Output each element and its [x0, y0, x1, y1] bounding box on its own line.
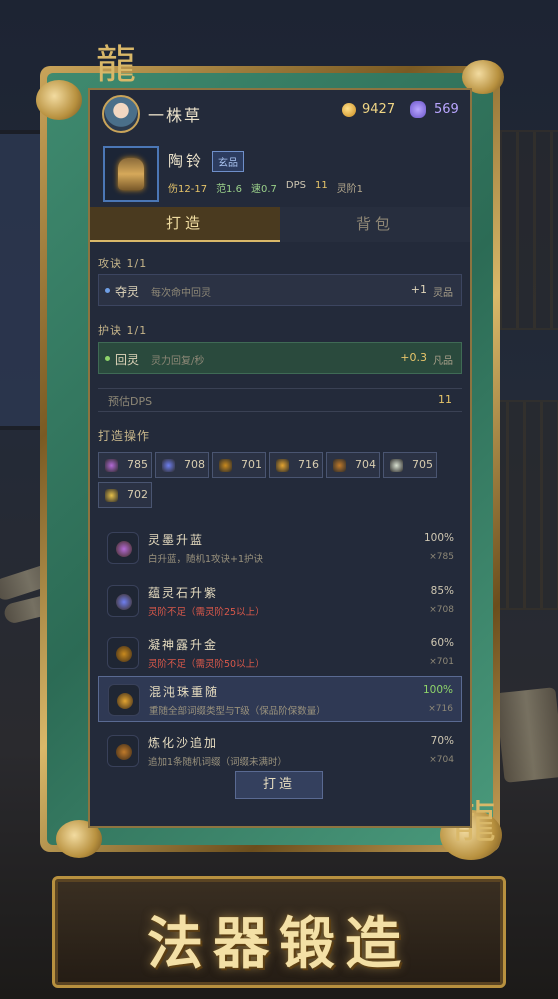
operation-desc: 灵阶不足（需灵阶50以上） — [148, 659, 265, 670]
operation-row[interactable]: 蕴灵石升紫灵阶不足（需灵阶25以上） 85% ×708 — [98, 578, 462, 624]
material-chip[interactable]: 705 — [383, 452, 437, 478]
spirit-stone-icon — [162, 459, 175, 472]
forge-ops-header: 打造操作 — [98, 429, 151, 443]
operation-title: 混沌珠重随 — [149, 685, 220, 699]
operation-icon-frame — [107, 637, 139, 669]
refining-sand-icon — [116, 744, 132, 760]
spirit-count: 569 — [434, 102, 459, 117]
tab-bag[interactable]: 背包 — [280, 207, 470, 242]
material-chip[interactable]: 785 — [98, 452, 152, 478]
operation-cost: ×708 — [429, 605, 454, 615]
chaos-orb-icon — [117, 693, 133, 709]
operation-icon-frame — [107, 532, 139, 564]
chaos-orb-icon — [276, 459, 289, 472]
attack-affix-value: +1 — [410, 283, 427, 296]
background-shelf — [490, 400, 558, 610]
operation-cost: ×704 — [429, 755, 454, 765]
defense-affix-value: +0.3 — [400, 351, 427, 364]
operation-title: 灵墨升蓝 — [148, 533, 205, 547]
spirit-stone-icon — [116, 594, 132, 610]
attack-affix-name: 夺灵 — [115, 285, 140, 299]
item-stats: 伤12-17 范1.6 速0.7 DPS 11 灵阶1 — [168, 180, 363, 195]
ink-material-icon — [105, 459, 118, 472]
ink-icon — [116, 541, 132, 557]
stat-speed: 速0.7 — [250, 184, 277, 195]
operation-icon-frame — [107, 735, 139, 767]
item-name: 陶铃 — [168, 152, 205, 170]
defense-affix-row[interactable]: 回灵 灵力回复/秒 +0.3 凡品 — [98, 342, 462, 374]
operation-title: 蕴灵石升紫 — [148, 586, 219, 600]
operation-desc: 灵阶不足（需灵阶25以上） — [148, 607, 265, 618]
bell-icon — [118, 158, 144, 190]
player-name: 一株草 — [148, 106, 203, 125]
attack-header: 攻诀 1/1 — [98, 257, 148, 270]
operation-desc: 白升蓝，随机1攻诀+1护诀 — [148, 554, 264, 565]
operation-icon-frame — [108, 684, 140, 716]
operation-title: 炼化沙追加 — [148, 736, 219, 750]
operation-row[interactable]: 灵墨升蓝白升蓝，随机1攻诀+1护诀 100% ×785 — [98, 525, 462, 571]
defense-affix-name: 回灵 — [115, 353, 140, 367]
attack-affix-grade: 灵品 — [433, 288, 453, 299]
title-banner: 法器锻造 — [52, 876, 506, 988]
tab-forge[interactable]: 打造 — [90, 207, 280, 242]
dew-material-icon — [219, 459, 232, 472]
operation-success-rate: 70% — [430, 735, 454, 747]
forge-button[interactable]: 打造 — [235, 771, 323, 799]
estimated-dps-row: 预估DPS 11 — [98, 388, 462, 412]
operation-cost: ×716 — [428, 704, 453, 714]
operation-success-rate: 85% — [430, 585, 454, 597]
affix-dot-icon — [105, 356, 110, 361]
dragon-ornament-icon: 龍 — [96, 42, 136, 88]
stat-damage: 伤12-17 — [168, 184, 208, 195]
operation-success-rate: 100% — [422, 684, 453, 696]
defense-header: 护诀 1/1 — [98, 324, 148, 337]
jade-material-icon — [390, 459, 403, 472]
item-slot[interactable] — [103, 146, 159, 202]
coin-count: 9427 — [362, 102, 396, 117]
stat-dps-label: DPS — [285, 180, 306, 191]
operation-desc: 追加1条随机词缀（词缀未满时） — [148, 757, 288, 768]
operation-title: 凝神露升金 — [148, 638, 219, 652]
stat-dps-value: 11 — [314, 180, 328, 191]
operation-icon-frame — [107, 585, 139, 617]
refining-sand-icon — [333, 459, 346, 472]
material-chip[interactable]: 702 — [98, 482, 152, 508]
material-chip[interactable]: 716 — [269, 452, 323, 478]
operation-desc: 重随全部词缀类型与T级（保品阶保数量） — [149, 706, 326, 717]
dew-icon — [116, 646, 132, 662]
spirit-gem-icon — [410, 101, 426, 118]
banner-title: 法器锻造 — [147, 911, 411, 977]
material-chip[interactable]: 708 — [155, 452, 209, 478]
operation-row[interactable]: 炼化沙追加追加1条随机词缀（词缀未满时） 70% ×704 — [98, 728, 462, 774]
operation-row[interactable]: 混沌珠重随重随全部词缀类型与T级（保品阶保数量） 100% ×716 — [98, 676, 462, 722]
operation-cost: ×701 — [429, 657, 454, 667]
defense-affix-desc: 灵力回复/秒 — [151, 356, 205, 367]
dps-label: 预估DPS — [108, 395, 153, 408]
defense-affix-grade: 凡品 — [433, 356, 453, 367]
operation-cost: ×785 — [429, 552, 454, 562]
stat-tier: 灵阶1 — [336, 184, 364, 195]
coin-icon — [342, 103, 356, 117]
attack-affix-row[interactable]: 夺灵 每次命中回灵 +1 灵品 — [98, 274, 462, 306]
dps-value: 11 — [438, 393, 452, 406]
cloud-ornament — [36, 80, 82, 120]
operation-success-rate: 60% — [430, 637, 454, 649]
material-chip[interactable]: 704 — [326, 452, 380, 478]
background-lattice — [500, 130, 558, 330]
material-chip[interactable]: 701 — [212, 452, 266, 478]
operation-success-rate: 100% — [423, 532, 454, 544]
affix-dot-icon — [105, 288, 110, 293]
background-scroll — [495, 687, 558, 783]
avatar[interactable] — [102, 95, 140, 133]
stat-range: 范1.6 — [216, 184, 242, 195]
grade-badge: 玄品 — [212, 151, 244, 172]
attack-affix-desc: 每次命中回灵 — [151, 288, 211, 299]
talisman-material-icon — [105, 489, 118, 502]
operation-row[interactable]: 凝神露升金灵阶不足（需灵阶50以上） 60% ×701 — [98, 630, 462, 676]
